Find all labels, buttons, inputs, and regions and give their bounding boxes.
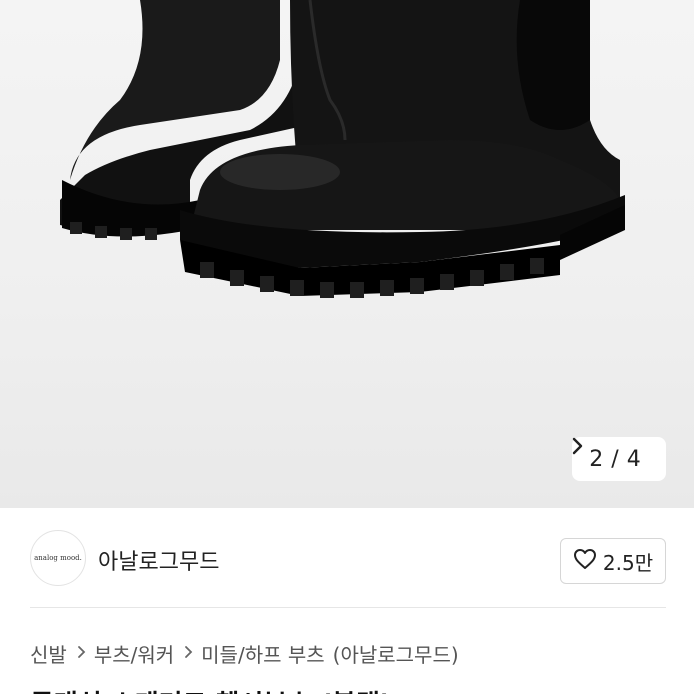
product-title: 클래식 스태커드 첼시부츠 (블랙) xyxy=(30,684,392,694)
image-counter[interactable]: 2 / 4 xyxy=(572,437,666,481)
breadcrumb-item-brand[interactable]: (아날로그무드) xyxy=(333,639,459,668)
image-counter-separator: / xyxy=(611,446,619,472)
product-image-gallery[interactable]: 2 / 4 xyxy=(0,0,694,508)
heart-icon xyxy=(573,548,597,575)
seller-info: analog mood. 아날로그무드 2.5만 xyxy=(0,508,694,608)
breadcrumb: 신발 부츠/워커 미들/하프 부츠 (아날로그무드) xyxy=(30,638,459,668)
chevron-right-icon xyxy=(184,643,193,664)
like-button[interactable]: 2.5만 xyxy=(560,538,666,584)
like-count: 2.5만 xyxy=(602,550,654,575)
chevron-right-icon xyxy=(77,643,86,664)
product-image xyxy=(60,0,625,298)
image-counter-current: 2 xyxy=(589,446,604,472)
seller-name[interactable]: 아날로그무드 xyxy=(98,544,219,576)
section-divider xyxy=(30,607,666,608)
seller-avatar[interactable]: analog mood. xyxy=(30,530,86,586)
image-counter-total: 4 xyxy=(626,446,641,472)
breadcrumb-item-mid-boots[interactable]: 미들/하프 부츠 xyxy=(201,639,325,668)
breadcrumb-item-boots[interactable]: 부츠/워커 xyxy=(94,639,174,668)
seller-avatar-text: analog mood. xyxy=(34,554,82,562)
breadcrumb-item-shoes[interactable]: 신발 xyxy=(30,639,67,668)
